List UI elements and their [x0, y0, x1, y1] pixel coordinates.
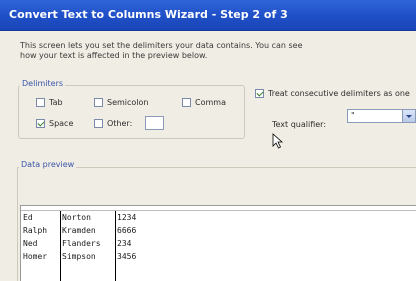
space-checkbox[interactable] — [36, 119, 45, 128]
comma-checkbox[interactable] — [182, 98, 191, 107]
text-qualifier-label: Text qualifier: — [272, 120, 327, 129]
other-label: Other: — [107, 119, 133, 128]
space-label: Space — [49, 119, 74, 128]
consecutive-label: Treat consecutive delimiters as one — [268, 89, 410, 98]
preview-cell: 3456 — [117, 252, 137, 261]
consecutive-option[interactable]: Treat consecutive delimiters as one — [255, 89, 410, 98]
column-break-line[interactable] — [115, 211, 116, 281]
preview-cell: 6666 — [117, 226, 137, 235]
comma-label: Comma — [195, 98, 226, 107]
preview-cell: Ralph — [23, 226, 48, 235]
tab-label: Tab — [49, 98, 63, 107]
semicolon-option[interactable]: Semicolon — [94, 98, 149, 107]
window-title: Convert Text to Columns Wizard - Step 2 … — [9, 8, 288, 21]
preview-cell: Kramden — [62, 226, 96, 235]
preview-cell: Norton — [62, 213, 91, 222]
preview-cell: Simpson — [62, 252, 96, 261]
data-preview-legend: Data preview — [19, 160, 77, 169]
instructions-line-1: This screen lets you set the delimiters … — [20, 41, 303, 50]
chevron-down-icon[interactable] — [402, 110, 415, 122]
semicolon-checkbox[interactable] — [94, 98, 103, 107]
semicolon-label: Semicolon — [107, 98, 149, 107]
delimiters-legend: Delimiters — [20, 79, 66, 88]
preview-cell: 1234 — [117, 213, 137, 222]
title-bar: Convert Text to Columns Wizard - Step 2 … — [0, 0, 416, 31]
tab-checkbox[interactable] — [36, 98, 45, 107]
other-checkbox[interactable] — [94, 119, 103, 128]
instructions-line-2: how your text is affected in the preview… — [20, 51, 208, 60]
mouse-cursor-icon — [272, 133, 284, 149]
other-delimiter-input[interactable] — [145, 116, 164, 130]
comma-option[interactable]: Comma — [182, 98, 226, 107]
tab-option[interactable]: Tab — [36, 98, 63, 107]
preview-cell: Flanders — [62, 239, 101, 248]
data-preview-box[interactable]: Ed Norton 1234 Ralph Kramden 6666 Ned Fl… — [20, 205, 416, 281]
text-qualifier-select[interactable]: " — [347, 109, 416, 123]
other-option[interactable]: Other: — [94, 119, 132, 128]
preview-cell: Homer — [23, 252, 48, 261]
instructions: This screen lets you set the delimiters … — [20, 41, 350, 61]
delimiters-group — [18, 85, 245, 139]
preview-cell: 234 — [117, 239, 132, 248]
consecutive-checkbox[interactable] — [255, 89, 264, 98]
column-break-line[interactable] — [60, 211, 61, 281]
preview-cell: Ed — [23, 213, 33, 222]
text-qualifier-value: " — [351, 111, 355, 120]
preview-ruler — [21, 206, 416, 211]
preview-cell: Ned — [23, 239, 38, 248]
space-option[interactable]: Space — [36, 119, 73, 128]
